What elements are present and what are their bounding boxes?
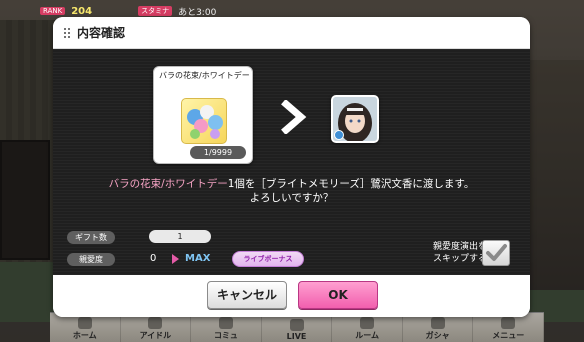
message-line-2: よろしいですか？ xyxy=(249,192,334,204)
live-bonus-badge: ライブボーナス xyxy=(232,251,304,267)
stamina-chip: スタミナ xyxy=(138,6,173,16)
affection-row: 親愛度 0 MAX ライブボーナス xyxy=(67,251,327,267)
cancel-button[interactable]: キャンセル xyxy=(207,281,287,309)
rose-bouquet-icon xyxy=(181,98,227,144)
chevron-right-icon xyxy=(281,100,307,134)
nav-item-room[interactable]: ルーム xyxy=(332,313,403,342)
nav-label: LIVE xyxy=(286,332,307,341)
nav-label: ホーム xyxy=(72,331,97,340)
message-line-1: バラの花束/ホワイトデー1個を［ブライトメモリーズ］鷺沢文香に渡します。 xyxy=(53,177,530,191)
skip-affection-label: 親愛度演出を スキップする xyxy=(409,241,487,265)
rank-chip: RANK xyxy=(40,7,66,15)
stamina-timer: あと3:00 xyxy=(178,7,217,18)
currency-value: 204 xyxy=(71,5,93,17)
attribute-badge-icon xyxy=(334,130,344,140)
confirm-message: バラの花束/ホワイトデー1個を［ブライトメモリーズ］鷺沢文香に渡します。 よろし… xyxy=(53,177,530,205)
gift-count-row: ギフト数 1 xyxy=(67,230,211,244)
nav-item-menu[interactable]: メニュー xyxy=(473,313,545,342)
room-icon xyxy=(360,317,375,329)
dialog-header: 内容確認 xyxy=(53,17,530,49)
skip-label-line-1: 親愛度演出を xyxy=(432,242,487,252)
home-icon xyxy=(77,317,92,329)
gacha-icon xyxy=(430,317,445,329)
gift-count-value: 1 xyxy=(149,230,211,243)
menu-icon xyxy=(501,317,516,329)
checkmark-icon xyxy=(486,244,507,261)
affection-label: 親愛度 xyxy=(67,252,115,266)
gift-item-card: バラの花束/ホワイトデー 1/9999 xyxy=(153,66,253,164)
commu-icon xyxy=(218,317,233,329)
dialog-title: 内容確認 xyxy=(77,26,126,40)
triangle-right-icon xyxy=(172,254,179,264)
skip-affection-checkbox[interactable] xyxy=(482,240,510,266)
message-line-1-rest: 1個を［ブライトメモリーズ］鷺沢文香に渡します。 xyxy=(227,178,475,190)
confirm-dialog: 内容確認 バラの花束/ホワイトデー 1/9999 バラの花束/ホワイトデー1個を… xyxy=(53,17,530,317)
nav-label: コミュ xyxy=(213,331,238,340)
nav-label: メニュー xyxy=(492,331,525,340)
dialog-footer: キャンセル OK xyxy=(53,275,530,317)
nav-item-live[interactable]: LIVE xyxy=(262,313,333,342)
item-count-badge: 1/9999 xyxy=(190,146,246,159)
live-icon xyxy=(289,319,304,331)
skip-label-line-2: スキップする xyxy=(432,254,487,264)
affection-max: MAX xyxy=(185,253,211,264)
nav-label: アイドル xyxy=(139,331,172,340)
message-item-name: バラの花束/ホワイトデー xyxy=(108,178,228,190)
idol-icon xyxy=(148,317,163,329)
nav-item-gacha[interactable]: ガシャ xyxy=(403,313,474,342)
nav-item-commu[interactable]: コミュ xyxy=(191,313,262,342)
affection-current: 0 xyxy=(150,253,157,264)
nav-item-idol[interactable]: アイドル xyxy=(121,313,192,342)
gift-count-label: ギフト数 xyxy=(67,230,115,244)
nav-item-home[interactable]: ホーム xyxy=(50,313,121,342)
ok-button[interactable]: OK xyxy=(298,281,378,309)
nav-label: ルーム xyxy=(355,331,379,340)
status-bar: RANK 204 スタミナ あと3:00 xyxy=(40,4,216,18)
dialog-body: バラの花束/ホワイトデー 1/9999 バラの花束/ホワイトデー1個を［ブライト… xyxy=(53,49,530,275)
idol-avatar xyxy=(331,95,379,143)
gift-item-name: バラの花束/ホワイトデー xyxy=(159,71,250,80)
grip-icon xyxy=(63,26,71,39)
nav-label: ガシャ xyxy=(425,331,450,340)
